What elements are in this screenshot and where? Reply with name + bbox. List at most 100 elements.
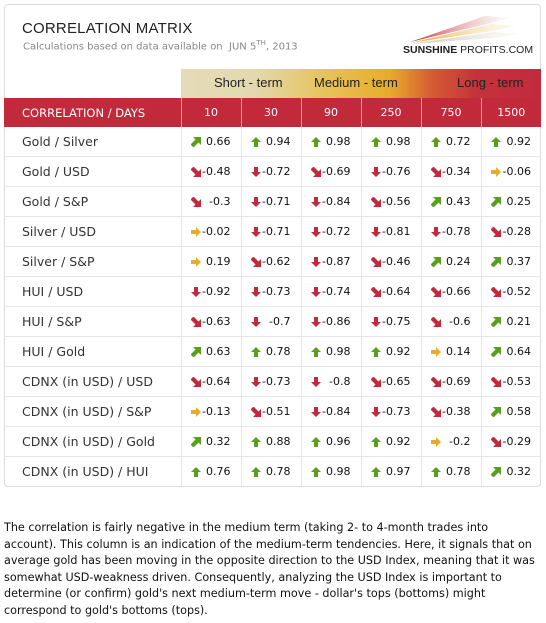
arrow-up-icon — [370, 136, 381, 147]
correlation-cell: -0.53 — [480, 366, 542, 397]
arrow-up-icon — [250, 436, 261, 447]
correlation-value: 0.43 — [446, 195, 471, 208]
correlation-cell: 0.78 — [240, 456, 301, 486]
row-label: Gold / USD — [4, 156, 181, 187]
correlation-cell: -0.6 — [420, 306, 481, 337]
correlation-value: 0.78 — [266, 345, 291, 358]
correlation-value: 0.96 — [326, 435, 351, 448]
arrow-down-right-icon — [490, 376, 501, 387]
correlation-value: -0.7 — [269, 315, 291, 328]
row-label: CDNX (in USD) / S&P — [4, 396, 181, 427]
correlation-value: 0.32 — [506, 465, 532, 478]
correlation-value: -0.52 — [502, 285, 531, 298]
correlation-cell: 0.98 — [300, 127, 361, 157]
correlation-value: -0.71 — [262, 195, 291, 208]
arrow-up-icon — [490, 136, 501, 147]
correlation-value: -0.48 — [202, 165, 231, 178]
arrow-down-right-icon — [190, 196, 201, 207]
cell-content: -0.72 — [242, 165, 301, 178]
correlation-cell: -0.28 — [480, 216, 542, 247]
table-header-row: CORRELATION / DAYS 10 30 90 250 750 1500 — [4, 98, 541, 127]
arrow-down-icon — [310, 256, 321, 267]
correlation-cell: -0.84 — [300, 396, 361, 427]
cell-content: -0.29 — [482, 435, 542, 448]
correlation-value: -0.84 — [322, 405, 351, 418]
arrow-up-icon — [370, 466, 381, 477]
cell-content: -0.2 — [422, 435, 481, 448]
correlation-cell: -0.8 — [300, 366, 361, 397]
arrow-down-icon — [190, 286, 201, 297]
date-month-day: JUN 5 — [229, 41, 257, 53]
arrow-down-right-icon — [490, 226, 501, 237]
cell-content: -0.69 — [302, 165, 361, 178]
cell-content: 0.25 — [482, 195, 542, 208]
correlation-value: -0.74 — [322, 285, 351, 298]
row-label: CDNX (in USD) / HUI — [22, 464, 149, 479]
cell-content: -0.34 — [422, 165, 481, 178]
arrow-up-icon — [190, 466, 201, 477]
correlation-cell: 0.88 — [240, 426, 301, 457]
correlation-value: 0.92 — [386, 345, 411, 358]
arrow-down-right-icon — [430, 316, 441, 327]
correlation-cell: -0.48 — [180, 156, 241, 187]
cell-content: -0.38 — [422, 405, 481, 418]
cell-content: 0.76 — [182, 465, 241, 478]
correlation-cell: -0.78 — [420, 216, 481, 247]
cell-content: -0.28 — [482, 225, 542, 238]
column-header-days: 1500 — [480, 98, 541, 127]
arrow-up-right-icon — [490, 316, 501, 327]
arrow-up-icon — [430, 466, 441, 477]
cell-content: -0.53 — [482, 375, 542, 388]
correlation-value: 0.97 — [386, 465, 411, 478]
correlation-value: 0.37 — [506, 255, 532, 268]
column-header-days: 10 — [180, 98, 241, 127]
correlation-value: 0.64 — [506, 345, 532, 358]
arrow-down-right-icon — [370, 376, 381, 387]
correlation-cell: -0.73 — [360, 396, 421, 427]
arrow-up-right-icon — [490, 346, 501, 357]
column-header-days: 90 — [300, 98, 361, 127]
arrow-down-right-icon — [190, 166, 201, 177]
correlation-cell: 0.98 — [300, 336, 361, 367]
column-header-days: 30 — [240, 98, 301, 127]
correlation-value: 0.92 — [506, 135, 532, 148]
cell-content: -0.56 — [362, 195, 421, 208]
term-long: Long - term — [457, 75, 524, 90]
cell-content: -0.86 — [302, 315, 361, 328]
cell-content: -0.48 — [182, 165, 241, 178]
arrow-down-right-icon — [370, 286, 381, 297]
correlation-cell: -0.73 — [240, 276, 301, 307]
arrow-up-right-icon — [190, 136, 201, 147]
arrow-up-icon — [250, 136, 261, 147]
cell-content: 0.92 — [362, 435, 421, 448]
correlation-cell: 0.66 — [180, 127, 241, 157]
table-row: Silver / S&P 0.19 -0.62 -0.87 -0.46 0.24 0.37 — [4, 246, 541, 277]
cell-content: 0.64 — [482, 345, 542, 358]
arrow-up-right-icon — [490, 406, 501, 417]
correlation-cell: 0.14 — [420, 336, 481, 367]
cell-content: -0.75 — [362, 315, 421, 328]
cell-content: 0.21 — [482, 315, 542, 328]
correlation-value: -0.75 — [382, 315, 411, 328]
arrow-down-right-icon — [430, 286, 441, 297]
correlation-cell: -0.76 — [360, 156, 421, 187]
term-short: Short - term — [214, 75, 283, 90]
cell-content: -0.74 — [302, 285, 361, 298]
cell-content: 0.94 — [242, 135, 301, 148]
cell-content: -0.13 — [182, 405, 241, 418]
cell-content: -0.62 — [242, 255, 301, 268]
arrow-up-right-icon — [430, 196, 441, 207]
arrow-up-right-icon — [190, 436, 201, 447]
table-row: Gold / USD -0.48 -0.72 -0.69 -0.76 -0.34 -0.06 — [4, 156, 541, 187]
correlation-cell: -0.46 — [360, 246, 421, 277]
arrow-right-icon — [190, 226, 201, 237]
cell-content: -0.76 — [362, 165, 421, 178]
correlation-cell: -0.56 — [360, 186, 421, 217]
correlation-cell: -0.63 — [180, 306, 241, 337]
arrow-down-icon — [370, 166, 381, 177]
arrow-up-icon — [430, 136, 441, 147]
correlation-value: 0.14 — [446, 345, 471, 358]
correlation-value: -0.38 — [442, 405, 471, 418]
arrow-down-icon — [250, 286, 261, 297]
correlation-value: -0.56 — [382, 195, 411, 208]
